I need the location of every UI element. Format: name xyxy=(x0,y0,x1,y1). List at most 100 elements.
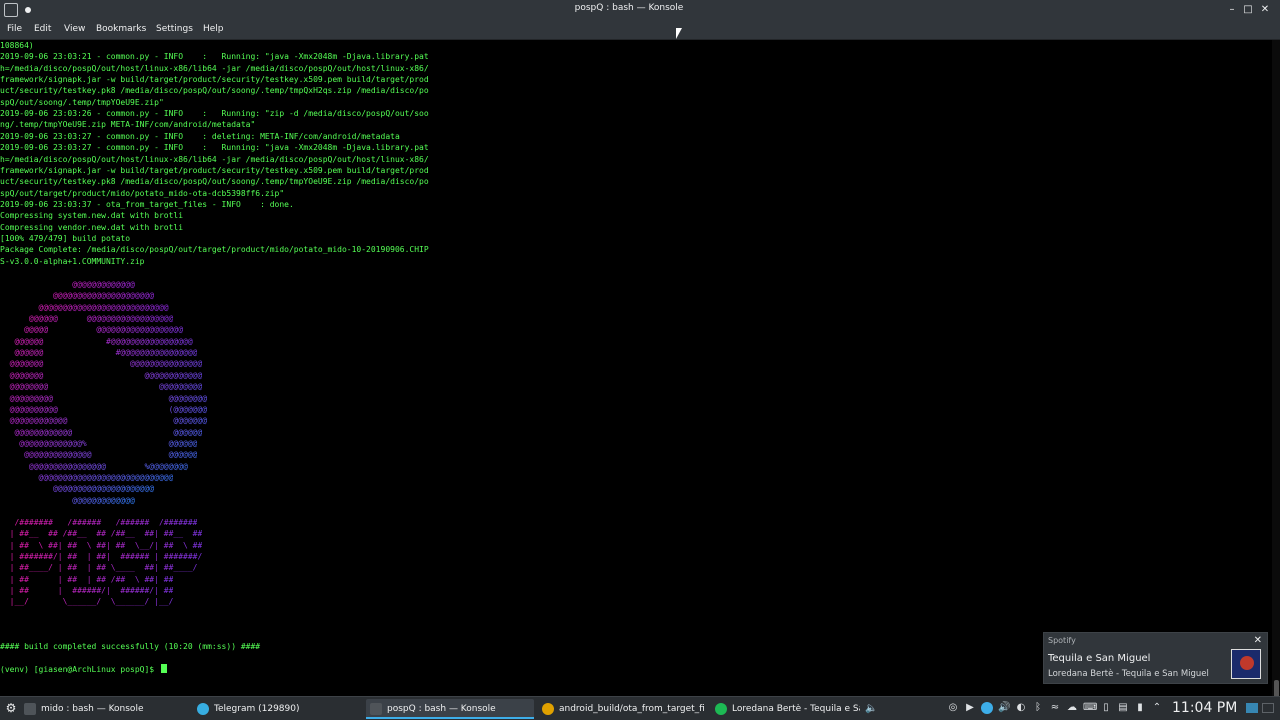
terminal-log-line: framework/signapk.jar -w build/target/pr… xyxy=(0,165,429,175)
ascii-logo-line: @@@@@@@@@@@@@@@@ %@@@@@@@@ xyxy=(0,461,188,471)
ascii-logo-line: @@@@@@@@@@@@ @@@@@@ xyxy=(0,427,203,437)
tray-expand-icon[interactable]: ⌃ xyxy=(1151,702,1163,714)
terminal-log-line: [100% 479/479] build potato xyxy=(0,233,131,243)
menu-view[interactable]: View xyxy=(64,24,85,34)
tray-icon-cloud[interactable]: ☁ xyxy=(1066,702,1078,714)
menu-bar: File Edit View Bookmarks Settings Help xyxy=(0,20,1280,40)
terminal-log-line: S-v3.0.0-alpha+1.COMMUNITY.zip xyxy=(0,256,145,266)
tray-icon-headset[interactable]: ◐ xyxy=(1015,702,1027,714)
battery-icon[interactable]: ▮ xyxy=(1134,702,1146,714)
menu-bookmarks[interactable]: Bookmarks xyxy=(96,24,146,34)
ascii-logo-line: @@@@@@@@@@@@ @@@@@@@ xyxy=(0,416,208,426)
taskbar: ⚙ mido : bash — Konsole Telegram (129890… xyxy=(0,696,1280,720)
notification-app-name: Spotify xyxy=(1048,636,1076,645)
bluetooth-icon[interactable]: ᛒ xyxy=(1032,702,1044,714)
album-art-image xyxy=(1231,649,1261,679)
close-button[interactable]: ✕ xyxy=(1258,3,1272,17)
audio-playing-icon[interactable]: 🔈 xyxy=(865,703,877,715)
ascii-title-line: | ## \ ##| ## \ ##| ## \__/| ## \ ## xyxy=(0,540,203,550)
terminal-log-line: Compressing vendor.new.dat with brotli xyxy=(0,222,184,232)
tray-icon-blue[interactable] xyxy=(981,702,993,714)
tray-icon-device[interactable]: ▯ xyxy=(1100,702,1112,714)
task-label: android_build/ota_from_target_fil... xyxy=(559,704,704,714)
ascii-title-line: | #######/| ## | ##| ###### | #######/ xyxy=(0,552,203,562)
ascii-logo-line: @@@@@@ #@@@@@@@@@@@@@@@@@ xyxy=(0,336,193,346)
ascii-title-line: | ##____/ | ## | ## \____ ##| ##____/ xyxy=(0,563,198,573)
konsole-icon xyxy=(24,703,36,715)
menu-edit[interactable]: Edit xyxy=(34,24,51,34)
ascii-logo-line: @@@@@@@@ @@@@@@@@@ xyxy=(0,382,203,392)
clock[interactable]: 11:04 PM xyxy=(1172,700,1237,716)
window-title: pospQ : bash — Konsole xyxy=(574,3,684,13)
terminal-log-line: h=/media/disco/pospQ/out/host/linux-x86/… xyxy=(0,154,429,164)
task-spotify[interactable]: Loredana Bertè - Tequila e Sa... 🔈 xyxy=(711,699,883,719)
build-status-line: #### build completed successfully (10:20… xyxy=(0,642,261,651)
telegram-icon xyxy=(197,703,209,715)
task-label: mido : bash — Konsole xyxy=(41,704,144,714)
maximize-button[interactable]: □ xyxy=(1241,3,1255,17)
application-launcher-icon[interactable]: ⚙ xyxy=(4,701,18,715)
spotify-icon xyxy=(715,703,727,715)
task-label: pospQ : bash — Konsole xyxy=(387,704,496,714)
minimize-button[interactable]: – xyxy=(1225,3,1239,17)
terminal-view[interactable]: 108864) 2019-09-06 23:03:21 - common.py -… xyxy=(0,40,1272,696)
terminal-log-line: spQ/out/target/product/mido/potato_mido-… xyxy=(0,188,285,198)
window-titlebar: pospQ : bash — Konsole – □ ✕ xyxy=(0,0,1280,20)
terminal-log-line: 2019-09-06 23:03:26 - common.py - INFO :… xyxy=(0,109,429,119)
ascii-title-line: | ## | ######/| ######/| ## xyxy=(0,586,174,596)
terminal-log-line: 2019-09-06 23:03:27 - common.py - INFO :… xyxy=(0,131,400,141)
ascii-logo-line: @@@@@@@@@@@@@@ @@@@@@ xyxy=(0,450,198,460)
notification-artist: Loredana Bertè - Tequila e San Miguel xyxy=(1048,669,1209,679)
terminal-log-line: 2019-09-06 23:03:37 - ota_from_target_fi… xyxy=(0,199,294,209)
task-chrome[interactable]: android_build/ota_from_target_fil... xyxy=(538,699,708,719)
desktop-pager-1[interactable] xyxy=(1246,703,1258,713)
ascii-logo-line: @@@@@@@@@@@@@ xyxy=(0,280,135,289)
ascii-logo-line: @@@@@@@ @@@@@@@@@@@@@@@ xyxy=(0,359,203,369)
volume-icon[interactable]: 🔊 xyxy=(998,702,1010,714)
wifi-icon[interactable]: ≈ xyxy=(1049,702,1061,714)
mouse-pointer-icon xyxy=(676,28,682,39)
terminal-log-line: uct/security/testkey.pk8 /media/disco/po… xyxy=(0,86,429,96)
terminal-log-line: 2019-09-06 23:03:21 - common.py - INFO :… xyxy=(0,52,429,62)
notification-song-title: Tequila e San Miguel xyxy=(1048,653,1151,664)
task-telegram[interactable]: Telegram (129890) xyxy=(193,699,363,719)
terminal-log-line: Compressing system.new.dat with brotli xyxy=(0,211,184,221)
ascii-logo-line: @@@@@@ @@@@@@@@@@@@@@@@@@ xyxy=(0,314,174,324)
terminal-log-line: Package Complete: /media/disco/pospQ/out… xyxy=(0,245,429,255)
terminal-log-line: framework/signapk.jar -w build/target/pr… xyxy=(0,75,429,85)
ascii-logo-line: @@@@@@@@@@@@@@@@@@@@@ xyxy=(0,291,155,301)
ascii-logo-line: @@@@@@@ @@@@@@@@@@@@ xyxy=(0,370,203,380)
menu-settings[interactable]: Settings xyxy=(156,24,193,34)
keyboard-icon[interactable]: ⌨ xyxy=(1083,702,1097,714)
ascii-logo-line: @@@@@ @@@@@@@@@@@@@@@@@@ xyxy=(0,325,184,335)
ascii-logo-line: @@@@@@@@@@@@@@@@@@@@@@@@@@@@ xyxy=(0,472,174,482)
chrome-icon xyxy=(542,703,554,715)
task-label: Loredana Bertè - Tequila e Sa... xyxy=(732,704,860,714)
terminal-log-line: h=/media/disco/pospQ/out/host/linux-x86/… xyxy=(0,63,429,73)
ascii-title-line: | ## | ## | ## /## \ ##| ## xyxy=(0,574,174,584)
task-pospq-konsole[interactable]: pospQ : bash — Konsole xyxy=(366,699,534,719)
menu-help[interactable]: Help xyxy=(203,24,224,34)
task-mido-konsole[interactable]: mido : bash — Konsole xyxy=(20,699,190,719)
ascii-logo-line: @@@@@@@@@ @@@@@@@@ xyxy=(0,393,208,403)
terminal-scrollbar[interactable] xyxy=(1272,40,1280,720)
prompt-text: (venv) [giasen@ArchLinux pospQ]$ xyxy=(0,665,159,674)
terminal-log-line: spQ/out/soong/.temp/tmpYOeU9E.zip" xyxy=(0,97,164,107)
ascii-logo-line: @@@@@@ #@@@@@@@@@@@@@@@@ xyxy=(0,348,198,358)
notification-close-button[interactable]: ✕ xyxy=(1254,635,1262,646)
media-player-icon[interactable]: ▶ xyxy=(964,702,976,714)
konsole-icon xyxy=(370,703,382,715)
task-label: Telegram (129890) xyxy=(214,704,300,714)
tray-icon-1[interactable]: ◎ xyxy=(947,702,959,714)
spotify-notification[interactable]: Spotify ✕ Tequila e San Miguel Loredana … xyxy=(1043,632,1268,684)
menu-file[interactable]: File xyxy=(7,24,22,34)
ascii-logo-line: @@@@@@@@@@@@@@@@@@@@@ xyxy=(0,484,155,494)
terminal-log-line: 108864) xyxy=(0,41,34,50)
terminal-log-line: ng/.temp/tmpYOeU9E.zip META-INF/com/andr… xyxy=(0,120,256,130)
ascii-title-line: | ##__ ## /##__ ## /##__ ##| ##__ ## xyxy=(0,529,203,539)
ascii-title-line: |__/ \______/ \______/ |__/ xyxy=(0,597,174,607)
ascii-title-line: /####### /###### /###### /####### xyxy=(0,518,198,527)
shell-prompt[interactable]: (venv) [giasen@ArchLinux pospQ]$ xyxy=(0,664,167,675)
clipboard-icon[interactable]: ▤ xyxy=(1117,702,1129,714)
desktop-pager-2[interactable] xyxy=(1262,703,1274,713)
